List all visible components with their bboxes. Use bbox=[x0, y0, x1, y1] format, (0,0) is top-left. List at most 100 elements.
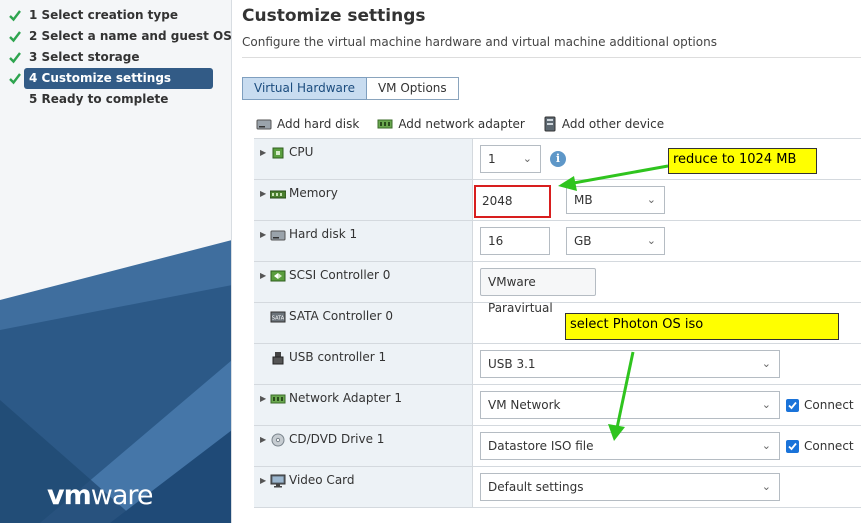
tab-vm-options[interactable]: VM Options bbox=[366, 77, 459, 100]
device-icon bbox=[544, 116, 556, 132]
expand-caret-icon[interactable]: ▶ bbox=[260, 476, 266, 485]
memory-icon bbox=[270, 190, 286, 199]
svg-text:SATA: SATA bbox=[272, 316, 285, 322]
expand-caret-icon[interactable]: ▶ bbox=[260, 271, 266, 280]
vmware-logo: vmware bbox=[47, 480, 154, 511]
hardware-row-network-adapter: ▶ Network Adapter 1 VM Network ⌄ Connect bbox=[254, 385, 861, 426]
network-connect-checkbox[interactable]: Connect bbox=[786, 398, 854, 412]
chevron-down-icon: ⌄ bbox=[646, 193, 656, 206]
add-hard-disk-button[interactable]: Add hard disk bbox=[256, 117, 359, 131]
disk-unit-select[interactable]: GB ⌄ bbox=[566, 227, 665, 255]
tab-virtual-hardware[interactable]: Virtual Hardware bbox=[242, 77, 367, 100]
device-label: USB controller 1 bbox=[289, 350, 387, 364]
step-select-name-and-guest-os[interactable]: 2 Select a name and guest OS bbox=[0, 26, 231, 47]
device-label: Hard disk 1 bbox=[289, 227, 358, 241]
video-settings-value: Default settings bbox=[488, 480, 584, 494]
step-select-storage[interactable]: 3 Select storage bbox=[0, 47, 231, 68]
divider bbox=[242, 57, 861, 58]
sata-controller-icon: SATA bbox=[270, 311, 286, 323]
monitor-icon bbox=[270, 474, 286, 488]
hardware-row-usb-controller: USB controller 1 USB 3.1 ⌄ bbox=[254, 344, 861, 385]
device-label: Video Card bbox=[289, 473, 355, 487]
annotation-note-reduce-memory: reduce to 1024 MB bbox=[668, 148, 817, 174]
check-icon bbox=[9, 10, 21, 22]
device-cell: ▶ CD/DVD Drive 1 bbox=[254, 426, 473, 466]
device-cell: ▶ Video Card bbox=[254, 467, 473, 507]
cpu-count-select[interactable]: 1 ⌄ bbox=[480, 145, 541, 173]
check-icon bbox=[9, 52, 21, 64]
network-select[interactable]: VM Network ⌄ bbox=[480, 391, 780, 419]
hard-disk-icon bbox=[270, 230, 286, 241]
usb-icon bbox=[272, 352, 284, 365]
hardware-row-memory: ▶ Memory 2048 MB ⌄ bbox=[254, 180, 861, 221]
device-cell: ▶ Hard disk 1 bbox=[254, 221, 473, 261]
device-cell: ▶ CPU bbox=[254, 139, 473, 179]
memory-unit-select[interactable]: MB ⌄ bbox=[566, 186, 665, 214]
add-network-adapter-button[interactable]: Add network adapter bbox=[377, 117, 525, 131]
device-cell: ▶ SCSI Controller 0 bbox=[254, 262, 473, 302]
usb-type-value: USB 3.1 bbox=[488, 357, 536, 371]
memory-unit-value: MB bbox=[574, 193, 593, 207]
logo-text-vm: vm bbox=[47, 480, 92, 511]
chevron-down-icon: ⌄ bbox=[522, 152, 532, 165]
device-label: Memory bbox=[289, 186, 338, 200]
step-ready-to-complete[interactable]: 5 Ready to complete bbox=[0, 89, 231, 110]
step-label: 3 Select storage bbox=[29, 50, 140, 64]
scsi-controller-icon bbox=[270, 270, 286, 282]
device-label: CPU bbox=[289, 145, 314, 159]
cpu-count-value: 1 bbox=[488, 152, 496, 166]
check-icon bbox=[9, 31, 21, 43]
network-value: VM Network bbox=[488, 398, 561, 412]
expand-caret-icon[interactable]: ▶ bbox=[260, 189, 266, 198]
chevron-down-icon: ⌄ bbox=[761, 357, 771, 370]
main-panel: Customize settings Configure the virtual… bbox=[232, 0, 861, 523]
device-label: CD/DVD Drive 1 bbox=[289, 432, 385, 446]
device-cell: ▶ Network Adapter 1 bbox=[254, 385, 473, 425]
cd-dvd-icon bbox=[271, 433, 285, 447]
network-adapter-icon bbox=[377, 119, 393, 129]
hardware-toolbar: Add hard disk Add network adapter Add ot… bbox=[256, 115, 682, 133]
page-subtitle: Configure the virtual machine hardware a… bbox=[242, 35, 717, 49]
add-hard-disk-label: Add hard disk bbox=[277, 117, 360, 131]
logo-text-ware: ware bbox=[90, 480, 154, 511]
page-title: Customize settings bbox=[242, 6, 426, 26]
chevron-down-icon: ⌄ bbox=[761, 398, 771, 411]
video-settings-select[interactable]: Default settings ⌄ bbox=[480, 473, 780, 501]
disk-unit-value: GB bbox=[574, 234, 592, 248]
settings-tabs: Virtual Hardware VM Options bbox=[242, 77, 459, 100]
add-network-adapter-label: Add network adapter bbox=[398, 117, 525, 131]
chevron-down-icon: ⌄ bbox=[761, 439, 771, 452]
cd-dvd-connect-checkbox[interactable]: Connect bbox=[786, 439, 854, 453]
usb-type-select[interactable]: USB 3.1 ⌄ bbox=[480, 350, 780, 378]
expand-caret-icon[interactable]: ▶ bbox=[260, 394, 266, 403]
expand-caret-icon[interactable]: ▶ bbox=[260, 435, 266, 444]
cd-dvd-source-select[interactable]: Datastore ISO file ⌄ bbox=[480, 432, 780, 460]
check-icon bbox=[9, 73, 21, 85]
add-other-device-label: Add other device bbox=[561, 117, 665, 131]
add-other-device-button[interactable]: Add other device bbox=[543, 116, 664, 132]
step-label: 5 Ready to complete bbox=[29, 92, 169, 106]
hardware-row-video-card: ▶ Video Card Default settings ⌄ bbox=[254, 467, 861, 508]
hard-disk-icon bbox=[256, 119, 272, 130]
step-label: 4 Customize settings bbox=[29, 71, 172, 85]
connect-label: Connect bbox=[804, 439, 854, 453]
step-select-creation-type[interactable]: 1 Select creation type bbox=[0, 5, 231, 26]
expand-caret-icon[interactable]: ▶ bbox=[260, 230, 266, 239]
device-cell: SATA SATA Controller 0 bbox=[254, 303, 473, 343]
hardware-row-scsi-controller: ▶ SCSI Controller 0 VMware Paravirtual bbox=[254, 262, 861, 315]
cd-dvd-source-value: Datastore ISO file bbox=[488, 439, 594, 453]
step-customize-settings[interactable]: 4 Customize settings bbox=[9, 68, 213, 89]
device-label: Network Adapter 1 bbox=[289, 391, 402, 405]
wizard-steps: 1 Select creation type 2 Select a name a… bbox=[0, 5, 231, 110]
chevron-down-icon: ⌄ bbox=[646, 234, 656, 247]
annotation-note-select-iso: select Photon OS iso bbox=[565, 313, 839, 340]
info-icon[interactable]: i bbox=[550, 151, 566, 167]
scsi-type-button[interactable]: VMware Paravirtual bbox=[480, 268, 596, 315]
disk-size-input[interactable]: 16 bbox=[480, 227, 550, 255]
memory-size-input[interactable]: 2048 bbox=[474, 185, 551, 218]
wizard-sidebar: 1 Select creation type 2 Select a name a… bbox=[0, 0, 232, 523]
expand-caret-icon[interactable]: ▶ bbox=[260, 148, 266, 157]
checkbox-checked-icon bbox=[786, 439, 799, 453]
hardware-row-cd-dvd-drive: ▶ CD/DVD Drive 1 Datastore ISO file ⌄ Con… bbox=[254, 426, 861, 467]
device-cell: ▶ Memory bbox=[254, 180, 473, 220]
